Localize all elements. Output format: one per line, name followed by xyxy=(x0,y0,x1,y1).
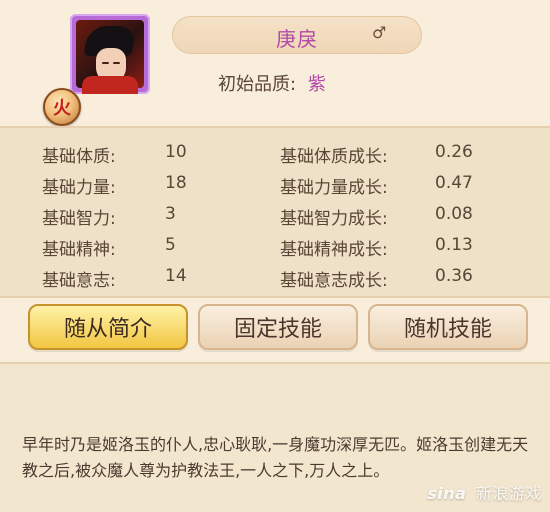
stat-label: 基础力量: xyxy=(42,178,116,198)
quality-row: 初始品质: 紫 xyxy=(218,70,326,96)
stat-value: 5 xyxy=(165,235,176,255)
name-banner: 庚戾 ♂ xyxy=(172,16,422,54)
stat-growth-label: 基础体质成长: xyxy=(280,147,388,167)
companion-portrait[interactable] xyxy=(70,14,150,94)
tab-random-skills[interactable]: 随机技能 xyxy=(368,304,528,350)
portrait-eye-right xyxy=(113,62,120,64)
sina-watermark: sina 新浪游戏 xyxy=(427,480,542,504)
stat-row: 基础意志: 14 基础意志成长: 0.36 xyxy=(0,266,550,296)
element-badge-text: 火 xyxy=(53,98,71,119)
stats-panel: 基础体质: 10 基础体质成长: 0.26 基础力量: 18 基础力量成长: 0… xyxy=(0,126,550,298)
stat-growth-value: 0.13 xyxy=(435,235,473,255)
stat-growth-label: 基础智力成长: xyxy=(280,209,388,229)
stat-growth-label: 基础精神成长: xyxy=(280,240,388,260)
stat-value: 14 xyxy=(165,266,187,286)
stat-value: 3 xyxy=(165,204,176,224)
watermark-text: 新浪游戏 xyxy=(475,484,542,503)
stat-growth-label: 基础意志成长: xyxy=(280,271,388,291)
male-gender-icon: ♂ xyxy=(372,23,387,42)
watermark-brand: sina xyxy=(427,484,467,503)
stat-value: 10 xyxy=(165,142,187,162)
quality-label: 初始品质: xyxy=(218,74,297,95)
stat-label: 基础意志: xyxy=(42,271,116,291)
stat-label: 基础智力: xyxy=(42,209,116,229)
stat-label: 基础体质: xyxy=(42,147,116,167)
portrait-image xyxy=(76,20,144,94)
tab-companion-intro[interactable]: 随从简介 xyxy=(28,304,188,350)
tab-fixed-skills[interactable]: 固定技能 xyxy=(198,304,358,350)
stat-row: 基础精神: 5 基础精神成长: 0.13 xyxy=(0,235,550,265)
fire-element-badge: 火 xyxy=(43,88,81,126)
stat-label: 基础精神: xyxy=(42,240,116,260)
portrait-collar xyxy=(82,76,138,94)
info-tabs: 随从简介 固定技能 随机技能 xyxy=(22,304,542,352)
stat-row: 基础体质: 10 基础体质成长: 0.26 xyxy=(0,142,550,172)
stat-growth-value: 0.47 xyxy=(435,173,473,193)
stat-growth-value: 0.26 xyxy=(435,142,473,162)
stat-growth-value: 0.08 xyxy=(435,204,473,224)
stat-row: 基础智力: 3 基础智力成长: 0.08 xyxy=(0,204,550,234)
stat-value: 18 xyxy=(165,173,187,193)
portrait-eye-left xyxy=(102,62,109,64)
panel-frame: 火 庚戾 ♂ 初始品质: 紫 基础体质: 10 基础体质成长: 0.26 基础力… xyxy=(0,0,550,512)
stat-growth-value: 0.36 xyxy=(435,266,473,286)
description-text: 早年时乃是姬洛玉的仆人,忠心耿耿,一身魔功深厚无匹。姬洛玉创建无天教之后,被众魔… xyxy=(22,435,529,480)
stat-growth-label: 基础力量成长: xyxy=(280,178,388,198)
stat-row: 基础力量: 18 基础力量成长: 0.47 xyxy=(0,173,550,203)
quality-value: 紫 xyxy=(307,74,326,95)
